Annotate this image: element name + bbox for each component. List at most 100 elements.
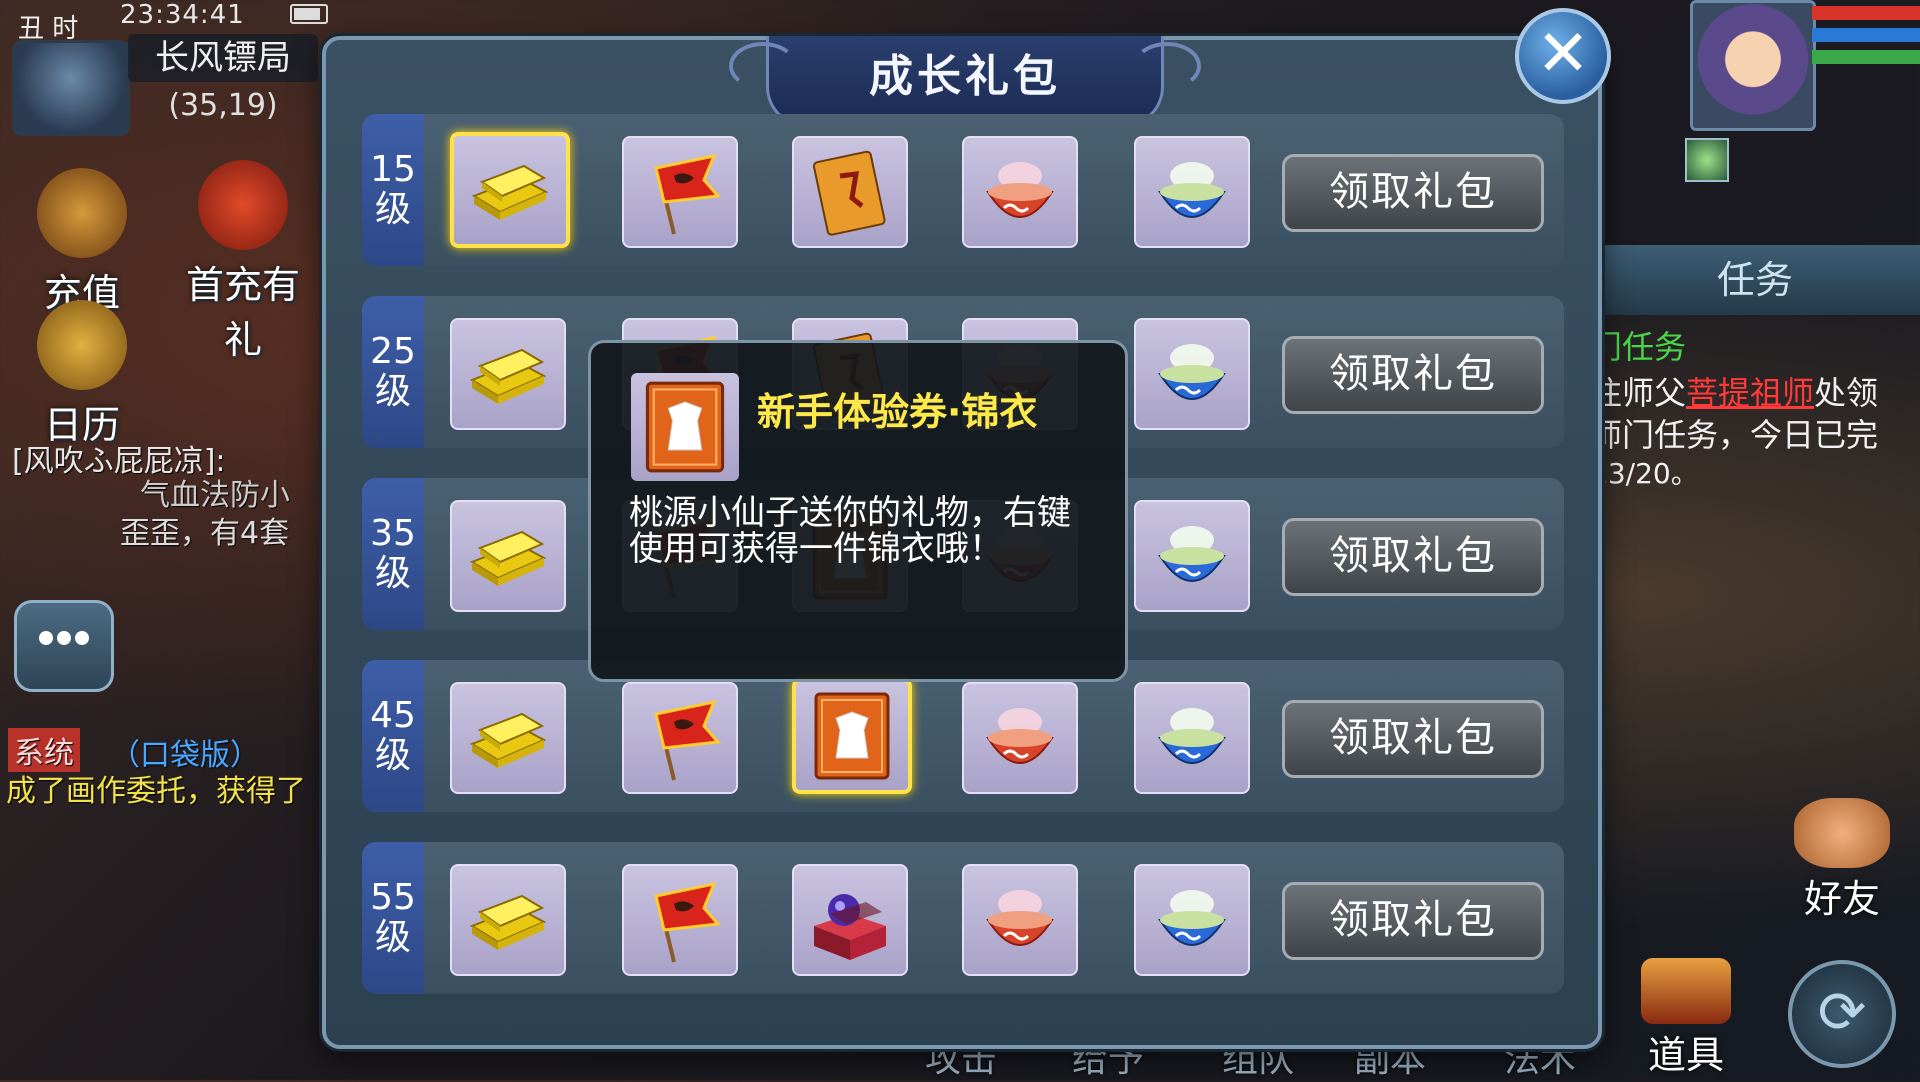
tier-level-label: 45 级 — [362, 660, 424, 812]
brocade-voucher-icon — [806, 690, 898, 782]
location-coords: (35,19) — [168, 88, 278, 123]
tier-level-label: 55 级 — [362, 842, 424, 994]
tier-row-55: 55 级 领取礼包 — [362, 842, 1564, 994]
item-slot[interactable] — [450, 132, 570, 248]
quest-line: 师门任务，今日已完 — [1590, 416, 1879, 454]
chat-button[interactable] — [14, 600, 114, 692]
item-slot[interactable] — [962, 136, 1078, 248]
gold-bars-icon — [462, 510, 554, 602]
tier-level: 15 — [370, 149, 416, 190]
item-slot[interactable] — [1134, 500, 1250, 612]
hp-bar — [1812, 6, 1920, 20]
first-recharge-label: 首充有礼 — [185, 263, 300, 362]
handshake-icon — [1794, 798, 1890, 868]
exp-bar — [1812, 50, 1920, 64]
chat-dot-icon — [57, 631, 71, 645]
tier-unit: 级 — [374, 917, 411, 958]
battery-icon — [290, 4, 328, 24]
quest-line: 往师父菩提祖师处领 — [1590, 368, 1878, 414]
tier-level-label: 25 级 — [362, 296, 424, 448]
blue-bowl-icon — [1146, 692, 1238, 784]
gift-bag-icon — [198, 160, 288, 250]
item-slot[interactable] — [792, 864, 908, 976]
gold-bars-icon — [462, 328, 554, 420]
item-tooltip: 新手体验券·锦衣 桃源小仙子送你的礼物，右键使用可获得一件锦衣哦！ — [588, 340, 1128, 682]
player-avatar[interactable] — [1690, 0, 1816, 131]
close-icon: ✕ — [1536, 17, 1590, 91]
chat-line: 歪歪，有4套 — [120, 516, 290, 551]
refresh-button[interactable]: ⟳ — [1788, 960, 1896, 1068]
chat-dot-icon — [39, 631, 53, 645]
items-button[interactable]: 道具 — [1626, 958, 1746, 1079]
item-slot[interactable] — [622, 682, 738, 794]
item-slot[interactable] — [962, 682, 1078, 794]
item-slot[interactable] — [450, 682, 566, 794]
item-slot[interactable] — [1134, 136, 1250, 248]
gold-bars-icon — [464, 144, 556, 236]
recharge-button[interactable]: 充值 — [22, 168, 142, 317]
tier-level: 55 — [370, 877, 416, 918]
quest-npc-link[interactable]: 菩提祖师 — [1686, 374, 1814, 412]
tier-unit: 级 — [374, 735, 411, 776]
item-slot[interactable] — [792, 136, 908, 248]
quest-text-pre: 往师父 — [1590, 374, 1687, 412]
tier-row-15: 15 级 领取礼包 — [362, 114, 1564, 266]
tier-unit: 级 — [374, 371, 411, 412]
item-slot[interactable] — [450, 318, 566, 430]
close-button[interactable]: ✕ — [1515, 8, 1611, 104]
blue-bowl-icon — [1146, 874, 1238, 966]
item-slot[interactable] — [450, 500, 566, 612]
talisman-scroll-icon — [804, 146, 896, 238]
tier-level: 25 — [370, 331, 416, 372]
blue-bowl-icon — [1146, 328, 1238, 420]
tier-unit: 级 — [374, 189, 411, 230]
chat-dot-icon — [75, 631, 89, 645]
gold-bars-icon — [462, 874, 554, 966]
first-recharge-button[interactable]: 首充有礼 — [168, 160, 318, 364]
friends-button[interactable]: 好友 — [1782, 798, 1902, 923]
claim-gift-button[interactable]: 领取礼包 — [1282, 336, 1544, 414]
claim-gift-button[interactable]: 领取礼包 — [1282, 882, 1544, 960]
red-flag-icon — [634, 692, 726, 784]
claim-gift-button[interactable]: 领取礼包 — [1282, 700, 1544, 778]
tooltip-item-description: 桃源小仙子送你的礼物，右键使用可获得一件锦衣哦！ — [629, 493, 1071, 569]
mp-bar — [1812, 28, 1920, 42]
blue-bowl-icon — [1146, 510, 1238, 602]
clock: 23:34:41 — [120, 0, 245, 30]
blue-bowl-icon — [1146, 146, 1238, 238]
tier-row-45: 45 级 领取礼包 — [362, 660, 1564, 812]
red-bowl-icon — [974, 692, 1066, 784]
item-slot[interactable] — [1134, 864, 1250, 976]
tooltip-item-icon — [631, 373, 739, 481]
red-flag-icon — [634, 146, 726, 238]
claim-gift-button[interactable]: 领取礼包 — [1282, 518, 1544, 596]
tier-level: 35 — [370, 513, 416, 554]
item-slot[interactable] — [962, 864, 1078, 976]
friends-label: 好友 — [1803, 877, 1880, 921]
red-bowl-icon — [974, 146, 1066, 238]
tab-quests[interactable]: 任务 — [1590, 245, 1920, 315]
red-flag-icon — [634, 874, 726, 966]
minimap[interactable] — [12, 40, 130, 136]
quest-text-post: 处领 — [1814, 374, 1879, 412]
gold-bars-icon — [462, 692, 554, 784]
quest-title: 门任务 — [1590, 328, 1687, 366]
items-label: 道具 — [1647, 1033, 1724, 1077]
item-slot[interactable] — [622, 864, 738, 976]
location-name: 长风镖局 — [128, 34, 318, 82]
refresh-icon: ⟳ — [1817, 978, 1867, 1046]
item-slot[interactable] — [1134, 682, 1250, 794]
pet-icon[interactable] — [1685, 138, 1729, 182]
dialog-title: 成长礼包 — [869, 51, 1061, 102]
tier-level: 45 — [370, 695, 416, 736]
item-slot[interactable] — [450, 864, 566, 976]
tier-level-label: 35 级 — [362, 478, 424, 630]
quest-tab-label: 任务 — [1716, 258, 1793, 302]
gong-icon — [37, 300, 127, 390]
item-slot[interactable] — [622, 136, 738, 248]
item-slot[interactable] — [1134, 318, 1250, 430]
calendar-button[interactable]: 日历 — [22, 300, 142, 449]
abacus-icon — [37, 168, 127, 258]
item-slot-selected[interactable] — [792, 678, 912, 794]
claim-gift-button[interactable]: 领取礼包 — [1282, 154, 1544, 232]
